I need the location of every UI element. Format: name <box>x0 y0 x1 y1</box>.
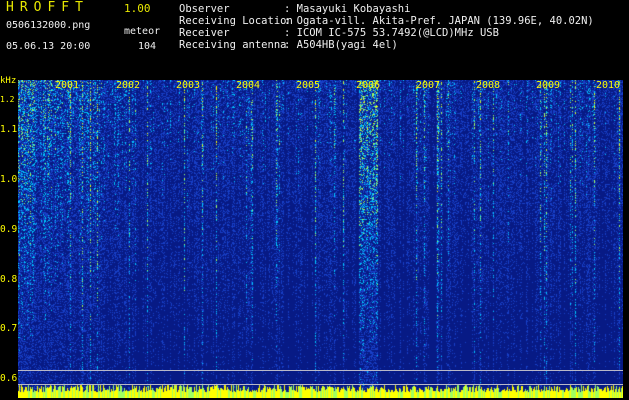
detection-mode-label: meteor <box>124 26 161 37</box>
time-marker: 2009 <box>536 80 561 91</box>
freq-tick-label: 1.1 <box>0 124 18 135</box>
time-marker: 2001 <box>55 80 80 91</box>
time-marker: 2002 <box>116 80 141 91</box>
time-marker: 2008 <box>476 80 501 91</box>
file-datetime: 05.06.13 20:00 <box>6 41 91 52</box>
spectrogram-canvas <box>18 80 623 398</box>
antenna-label: Receiving antenna <box>179 39 287 51</box>
time-marker: 2005 <box>296 80 321 91</box>
freq-tick-label: 1.0 <box>0 174 18 185</box>
detection-count: 104 <box>138 41 157 52</box>
baseline-frame-line <box>18 384 623 385</box>
time-marker: 2003 <box>176 80 201 91</box>
app-version: 1.00 <box>124 2 151 15</box>
freq-tick-label: 0.6 <box>0 373 18 384</box>
freq-tick-label: 0.8 <box>0 274 18 285</box>
antenna-value: : A504HB(yagi 4el) <box>284 39 398 51</box>
time-marker: 2007 <box>416 80 441 91</box>
freq-tick-label: 0.7 <box>0 323 18 334</box>
file-name: 0506132000.png <box>6 20 91 31</box>
time-marker: 2010 <box>596 80 621 91</box>
freq-tick-label: 1.2 <box>0 95 15 104</box>
spectrogram-display <box>18 80 623 398</box>
time-marker: 2004 <box>236 80 261 91</box>
lower-frame-line <box>18 370 623 371</box>
app-title: HROFFT <box>6 0 89 15</box>
freq-unit-label: kHz <box>0 76 17 86</box>
freq-tick-label: 0.9 <box>0 224 18 235</box>
time-marker: 2006 <box>356 80 381 91</box>
